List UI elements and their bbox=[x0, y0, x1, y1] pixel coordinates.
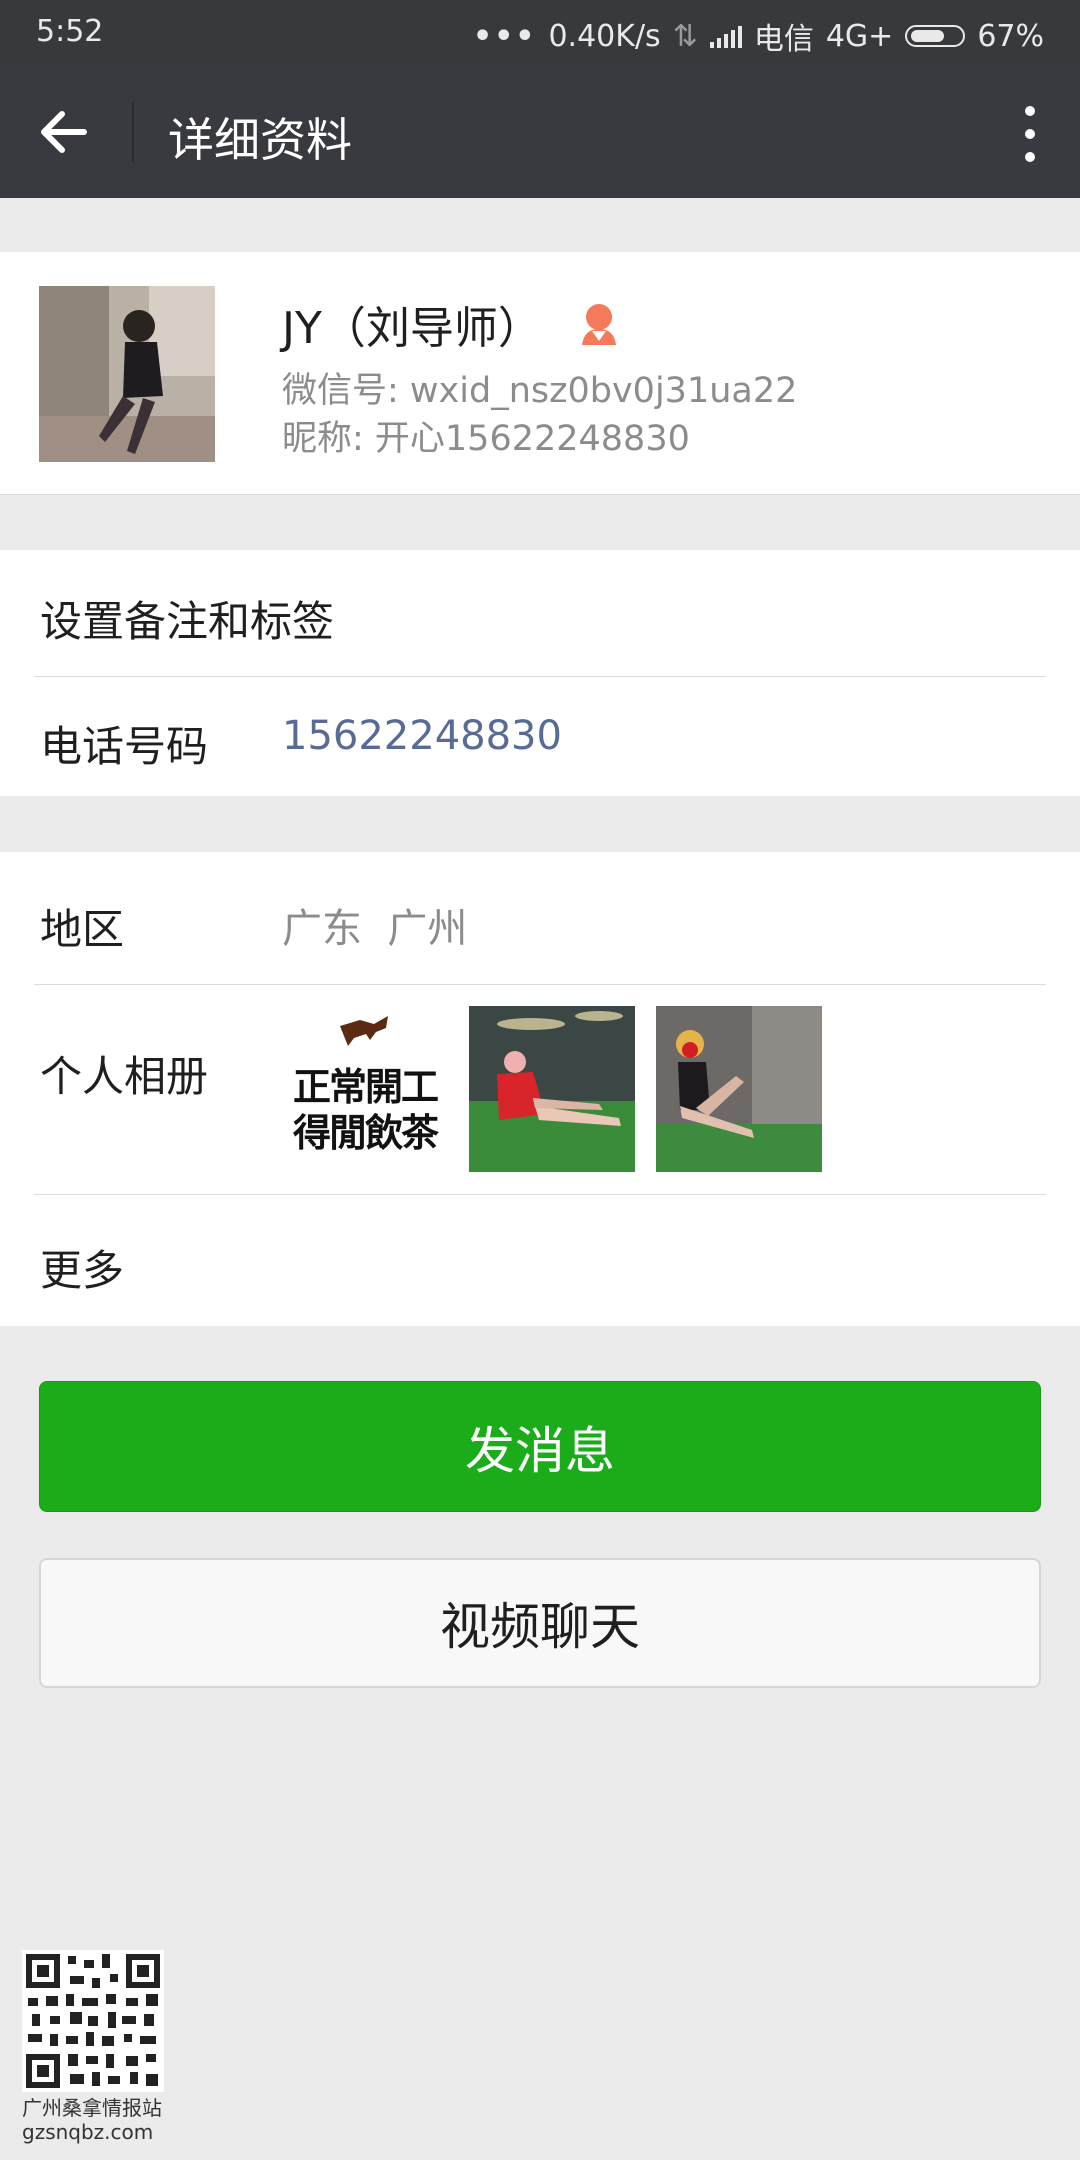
status-bar: 5:52 ••• 0.40K/s ⇅ 电信 4G+ 67% bbox=[0, 0, 1080, 66]
album-photo[interactable]: 正常開工 得閒飲茶 bbox=[282, 1006, 448, 1172]
album-photo-text: 正常開工 得閒飲茶 bbox=[292, 1065, 439, 1155]
status-time: 5:52 bbox=[36, 14, 104, 49]
qr-code-icon bbox=[22, 1950, 164, 2092]
album-photo[interactable] bbox=[656, 1006, 822, 1172]
send-message-button[interactable]: 发消息 bbox=[39, 1381, 1041, 1512]
video-chat-button[interactable]: 视频聊天 bbox=[39, 1558, 1041, 1688]
contact-name: JY（刘导师） bbox=[282, 303, 542, 354]
battery-percent: 67% bbox=[977, 18, 1044, 54]
name-row: JY（刘导师） bbox=[282, 292, 620, 356]
nav-bar: 详细资料 bbox=[0, 66, 1080, 198]
remark-tags-label: 设置备注和标签 bbox=[40, 597, 335, 646]
status-right: ••• 0.40K/s ⇅ 电信 4G+ 67% bbox=[473, 14, 1044, 58]
carrier-name: 电信 bbox=[753, 22, 814, 57]
more-label: 更多 bbox=[40, 1246, 125, 1295]
watermark: 广州桑拿情报站 gzsnqbz.com bbox=[22, 1950, 172, 2144]
avatar[interactable] bbox=[39, 286, 215, 462]
contact-info-group: 设置备注和标签 电话号码 15622248830 bbox=[0, 550, 1080, 796]
album-photo[interactable] bbox=[469, 1006, 635, 1172]
phone-number-link[interactable]: 15622248830 bbox=[282, 713, 562, 759]
network-type: 4G+ bbox=[825, 18, 894, 54]
more-vertical-icon[interactable] bbox=[1020, 102, 1040, 166]
watermark-url: gzsnqbz.com bbox=[22, 2120, 154, 2144]
battery-icon bbox=[905, 25, 966, 47]
wechat-id: 微信号: wxid_nsz0bv0j31ua22 bbox=[282, 371, 798, 411]
profile-card: JY（刘导师） 微信号: wxid_nsz0bv0j31ua22 昵称: 开心1… bbox=[0, 252, 1080, 495]
region-label: 地区 bbox=[40, 905, 125, 954]
signal-icon bbox=[709, 24, 742, 48]
more-row[interactable]: 更多 bbox=[0, 1195, 1080, 1326]
nav-divider bbox=[132, 102, 134, 162]
back-arrow-icon[interactable] bbox=[36, 106, 96, 158]
nickname: 昵称: 开心15622248830 bbox=[282, 419, 690, 459]
album-label: 个人相册 bbox=[40, 1052, 209, 1101]
region-row: 地区 广东 广州 bbox=[0, 852, 1080, 984]
notification-dots: ••• bbox=[472, 18, 537, 54]
remark-tags-row[interactable]: 设置备注和标签 bbox=[0, 550, 1080, 674]
watermark-site-name: 广州桑拿情报站 bbox=[22, 2096, 162, 2120]
phone-label: 电话号码 bbox=[40, 722, 209, 771]
details-group: 地区 广东 广州 个人相册 正常開工 得閒飲茶 更多 bbox=[0, 852, 1080, 1326]
female-icon bbox=[578, 301, 620, 347]
page-title: 详细资料 bbox=[168, 113, 352, 167]
region-value: 广东 广州 bbox=[282, 906, 468, 952]
data-arrows-icon: ⇅ bbox=[672, 18, 698, 54]
network-speed: 0.40K/s bbox=[548, 18, 661, 54]
phone-row: 电话号码 15622248830 bbox=[0, 677, 1080, 796]
